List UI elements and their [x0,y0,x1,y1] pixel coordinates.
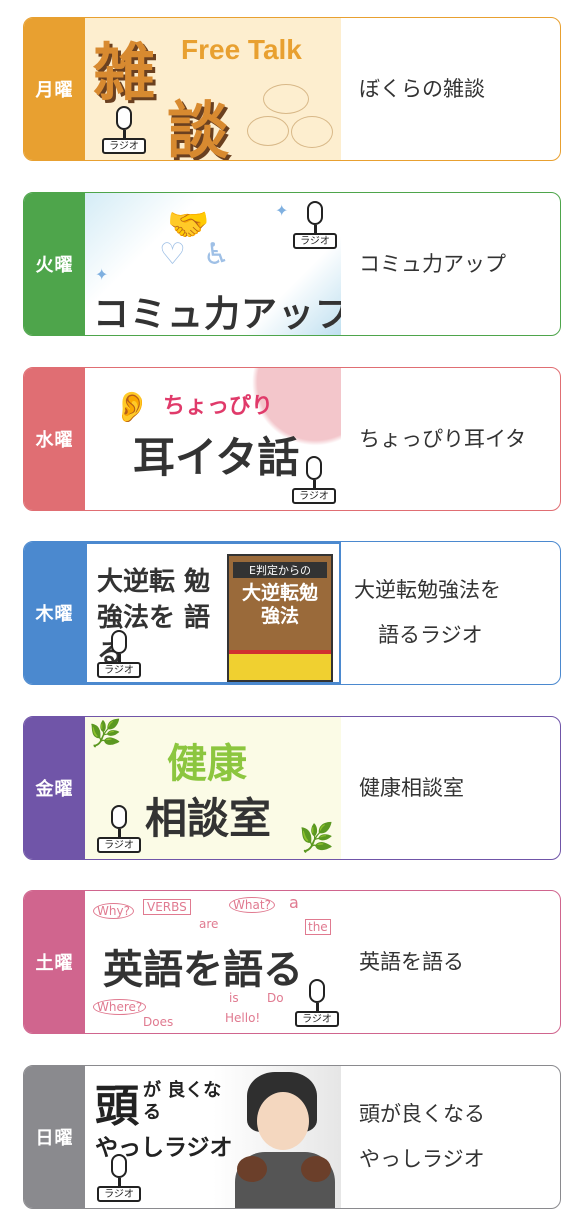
program-description: ぼくらの雑談 [359,18,550,160]
thumb-title-1: 健康 [167,741,247,787]
thumb-subtitle: ちょっぴり [163,394,274,419]
speech-bubble-icon [247,116,289,146]
program-card-tuesday[interactable]: 火曜 🤝 ♡ ♿ ✦ ✦ コミュ力アップ ラジオ コミュ力アップ [23,192,561,336]
day-label: 水曜 [24,368,85,510]
desc-line: ちょっぴり耳イタ [359,426,527,451]
doodle-text: What? [229,897,275,913]
program-thumbnail: 🤝 ♡ ♿ ✦ ✦ コミュ力アップ ラジオ [85,193,341,335]
program-card-saturday[interactable]: 土曜 Why? VERBS are What? a the Where? Doe… [23,890,561,1034]
day-label: 月曜 [24,18,85,160]
program-thumbnail: 🌿 🌿 健康 相談室 ラジオ [85,717,341,859]
thumb-title: コミュ力アップ [93,294,341,335]
radio-mic-icon: ラジオ [97,805,143,855]
desc-line: ぼくらの雑談 [359,76,485,101]
program-thumbnail: 頭 が 良くなる やっしラジオ ラジオ [85,1066,341,1208]
radio-mic-icon: ラジオ [293,201,339,251]
sparkle-icon: ✦ [275,201,289,220]
thumb-subtitle: Free Talk [181,34,302,65]
character-illustration [235,1072,335,1208]
doodle-text: Why? [93,903,134,919]
leaf-icon: 🌿 [89,719,122,749]
desc-line: 健康相談室 [359,775,464,800]
program-thumbnail: Why? VERBS are What? a the Where? Does i… [85,891,341,1033]
book-title: 大逆転勉強法 [241,582,318,627]
program-card-wednesday[interactable]: 水曜 👂 ちょっぴり 耳イタ話 ラジオ ちょっぴり耳イタ [23,367,561,511]
thumb-title-1: 頭 [95,1081,139,1132]
program-thumbnail: 雑 Free Talk 談 ラジオ [85,18,341,160]
desc-line: コミュ力アップ [359,251,506,276]
day-label: 火曜 [24,193,85,335]
thumb-title-2: 談 [167,94,230,160]
sparkle-icon: ✦ [95,265,109,284]
program-description: 健康相談室 [359,717,550,859]
day-label: 木曜 [24,542,85,684]
doodle-text: the [305,919,331,935]
heart-hands-icon: ♡ [159,237,186,272]
desc-line: やっしラジオ [359,1147,485,1171]
doodle-text: Where? [93,999,147,1015]
radio-mic-icon: ラジオ [102,106,148,156]
radio-mic-icon: ラジオ [97,1154,143,1204]
program-thumbnail: 大逆転 勉強法を 語る E判定からの 大逆転勉強法 ラジオ [85,542,341,684]
thumb-title-2: が 良くなる [143,1080,222,1123]
thumb-title: 英語を語る [103,947,303,993]
program-thumbnail: 👂 ちょっぴり 耳イタ話 ラジオ [85,368,341,510]
people-icon: ♿ [203,237,230,272]
desc-line: 語るラジオ [378,623,483,647]
ear-icon: 👂 [113,390,151,425]
thumb-title: 耳イタ話 [133,433,300,482]
day-label: 日曜 [24,1066,85,1208]
speech-bubble-icon [263,84,309,114]
radio-mic-icon: ラジオ [295,979,341,1029]
desc-line: 大逆転勉強法を [354,578,501,602]
doodle-text: VERBS [143,899,191,915]
radio-mic-icon: ラジオ [292,456,338,506]
program-description: 英語を語る [359,891,550,1033]
leaf-icon: 🌿 [299,821,334,854]
program-description: 頭が良くなる やっしラジオ [359,1066,550,1208]
program-description: コミュ力アップ [359,193,550,335]
program-card-thursday[interactable]: 木曜 大逆転 勉強法を 語る E判定からの 大逆転勉強法 ラジオ 大逆転勉強法を… [23,541,561,685]
desc-line: 頭が良くなる [359,1102,485,1126]
program-description: 大逆転勉強法を 語るラジオ [354,542,550,684]
doodle-text: Does [143,1015,174,1029]
program-card-monday[interactable]: 月曜 雑 Free Talk 談 ラジオ ぼくらの雑談 [23,17,561,161]
thumb-title-1: 雑 [93,36,156,109]
speech-bubble-icon [291,116,333,148]
radio-mic-icon: ラジオ [97,630,143,680]
desc-line: 英語を語る [359,949,464,974]
book-cover: E判定からの 大逆転勉強法 [227,554,333,682]
doodle-text: Hello! [225,1011,261,1025]
program-card-friday[interactable]: 金曜 🌿 🌿 健康 相談室 ラジオ 健康相談室 [23,716,561,860]
doodle-text: are [199,917,219,931]
program-card-sunday[interactable]: 日曜 頭 が 良くなる やっしラジオ ラジオ 頭が良くなる やっしラジオ [23,1065,561,1209]
book-small-text: E判定からの [233,562,327,578]
day-label: 土曜 [24,891,85,1033]
program-description: ちょっぴり耳イタ [359,368,550,510]
doodle-text: a [289,893,299,912]
thumb-title-2: 相談室 [145,794,272,843]
day-label: 金曜 [24,717,85,859]
